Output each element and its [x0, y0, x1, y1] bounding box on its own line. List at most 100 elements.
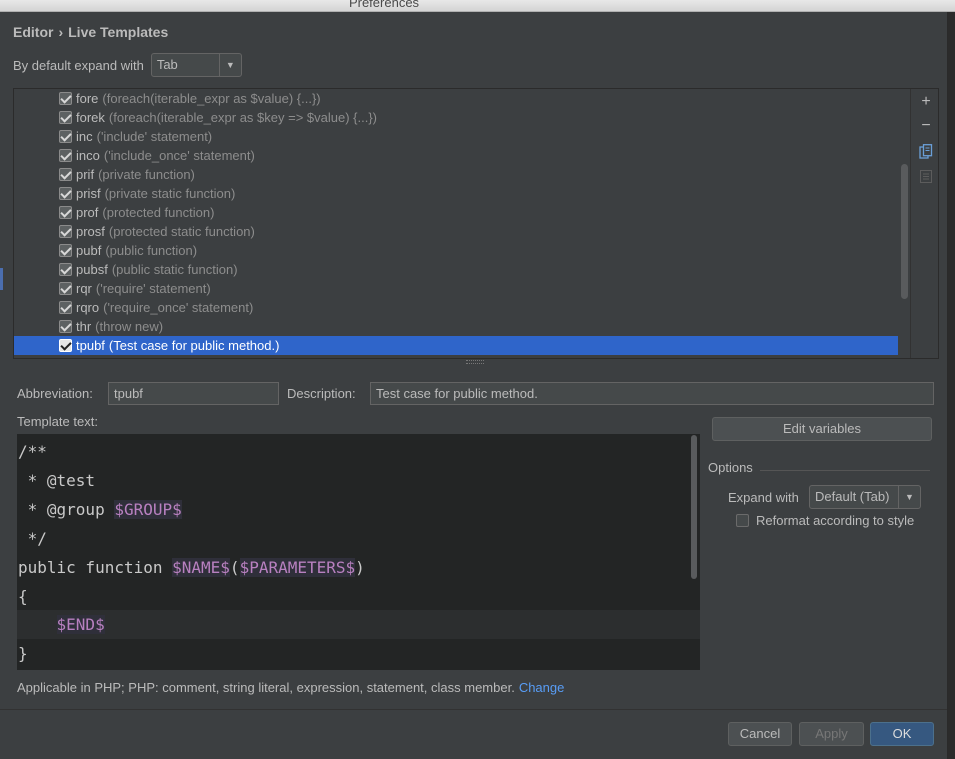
template-checkbox[interactable] [59, 149, 72, 162]
code-line: * @test [18, 466, 95, 495]
template-variable: $GROUP$ [114, 500, 182, 519]
template-description: (public static function) [111, 262, 238, 277]
description-field[interactable]: Test case for public method. [370, 382, 934, 405]
code-line-current: $END$ [17, 610, 700, 639]
change-link[interactable]: Change [519, 680, 565, 695]
template-variable: $END$ [56, 615, 105, 634]
template-checkbox[interactable] [59, 168, 72, 181]
window-title: Preferences [348, 0, 420, 10]
template-row[interactable]: fore (foreach(iterable_expr as $value) {.… [14, 89, 898, 108]
expand-with-label: Expand with [728, 490, 799, 505]
templates-tree-panel: fore (foreach(iterable_expr as $value) {.… [13, 88, 939, 359]
template-abbreviation: forek [76, 110, 105, 125]
template-text-label: Template text: [17, 414, 98, 429]
template-checkbox[interactable] [59, 301, 72, 314]
template-row[interactable]: pubsf (public static function) [14, 260, 898, 279]
breadcrumb-parent: Editor [13, 24, 54, 40]
template-checkbox[interactable] [59, 187, 72, 200]
template-description: (foreach(iterable_expr as $value) {...}) [102, 91, 321, 106]
default-expand-row: By default expand with Tab ▼ [13, 53, 242, 77]
template-row[interactable]: rqro ('require_once' statement) [14, 298, 898, 317]
description-label: Description: [287, 386, 356, 401]
default-expand-select[interactable]: Tab ▼ [150, 53, 242, 77]
expand-with-value: Default (Tab) [815, 489, 890, 504]
expand-with-select[interactable]: Default (Tab) ▼ [809, 485, 921, 509]
window-titlebar: Preferences [0, 0, 955, 12]
template-row[interactable]: tpubf (Test case for public method.) [14, 336, 898, 355]
template-row[interactable]: prosf (protected static function) [14, 222, 898, 241]
reformat-label[interactable]: Reformat according to style [756, 513, 914, 528]
template-description: ('include_once' statement) [103, 148, 255, 163]
template-text-editor[interactable]: /** * @test * @group $GROUP$ */ public f… [17, 434, 700, 670]
code-text: ( [229, 558, 240, 577]
restore-icon[interactable] [918, 168, 934, 184]
template-checkbox[interactable] [59, 92, 72, 105]
breadcrumb-current: Live Templates [68, 24, 169, 40]
abbreviation-field[interactable]: tpubf [108, 382, 279, 405]
default-expand-value: Tab [156, 57, 178, 72]
template-row[interactable]: prif (private function) [14, 165, 898, 184]
minus-icon[interactable]: − [918, 117, 934, 134]
code-text: } [18, 644, 28, 663]
template-row[interactable]: forek (foreach(iterable_expr as $key => $… [14, 108, 898, 127]
toolbar-separator [910, 89, 911, 358]
template-checkbox[interactable] [59, 206, 72, 219]
template-checkbox[interactable] [59, 320, 72, 333]
reformat-checkbox[interactable] [736, 514, 749, 527]
template-row[interactable]: pubf (public function) [14, 241, 898, 260]
template-abbreviation: prif [76, 167, 95, 182]
chevron-down-icon[interactable]: ▼ [898, 486, 920, 508]
code-text: * @test [18, 471, 96, 490]
edit-variables-button[interactable]: Edit variables [712, 417, 932, 441]
code-line: * @group $GROUP$ [18, 495, 182, 524]
code-line: public function $NAME$($PARAMETERS$) [18, 553, 365, 582]
template-description: ('require' statement) [95, 281, 211, 296]
template-row[interactable]: prisf (private static function) [14, 184, 898, 203]
code-line: */ [18, 524, 47, 553]
copy-icon[interactable] [918, 143, 934, 159]
tree-scrollbar[interactable] [901, 164, 908, 299]
options-divider [760, 470, 930, 471]
template-checkbox[interactable] [59, 282, 72, 295]
template-abbreviation: pubf [76, 243, 102, 258]
template-variable: $PARAMETERS$ [239, 558, 356, 577]
breadcrumb: Editor › Live Templates [13, 24, 168, 40]
template-row[interactable]: inc ('include' statement) [14, 127, 898, 146]
options-title: Options [708, 460, 753, 475]
selection-marker [0, 268, 3, 290]
template-checkbox[interactable] [59, 130, 72, 143]
breadcrumb-separator: › [58, 24, 64, 40]
cancel-button[interactable]: Cancel [728, 722, 792, 746]
template-checkbox[interactable] [59, 263, 72, 276]
chevron-down-icon[interactable]: ▼ [218, 54, 241, 76]
plus-icon[interactable]: + [918, 93, 934, 110]
template-description: (protected function) [102, 205, 215, 220]
template-description: (throw new) [95, 319, 164, 334]
template-row[interactable]: thr (throw new) [14, 317, 898, 336]
template-checkbox[interactable] [59, 225, 72, 238]
template-row[interactable]: rqr ('require' statement) [14, 279, 898, 298]
templates-tree[interactable]: fore (foreach(iterable_expr as $value) {.… [14, 89, 898, 358]
template-abbreviation: tpubf [76, 338, 105, 353]
template-description: ('include' statement) [96, 129, 213, 144]
code-text: * @group [18, 500, 115, 519]
apply-button[interactable]: Apply [799, 722, 864, 746]
template-checkbox[interactable] [59, 339, 72, 352]
template-variable: $NAME$ [172, 558, 230, 577]
code-text: /** [18, 442, 47, 461]
template-row[interactable]: prof (protected function) [14, 203, 898, 222]
editor-scrollbar[interactable] [691, 435, 697, 579]
template-checkbox[interactable] [59, 111, 72, 124]
template-abbreviation: prisf [76, 186, 101, 201]
template-row[interactable]: inco ('include_once' statement) [14, 146, 898, 165]
template-description: (protected static function) [108, 224, 255, 239]
template-checkbox[interactable] [59, 244, 72, 257]
template-abbreviation: inc [76, 129, 93, 144]
ok-button[interactable]: OK [870, 722, 934, 746]
splitter-handle[interactable] [466, 360, 484, 364]
code-text: { [18, 587, 28, 606]
code-line: { [18, 582, 28, 611]
template-abbreviation: prof [76, 205, 99, 220]
abbreviation-label: Abbreviation: [17, 386, 93, 401]
